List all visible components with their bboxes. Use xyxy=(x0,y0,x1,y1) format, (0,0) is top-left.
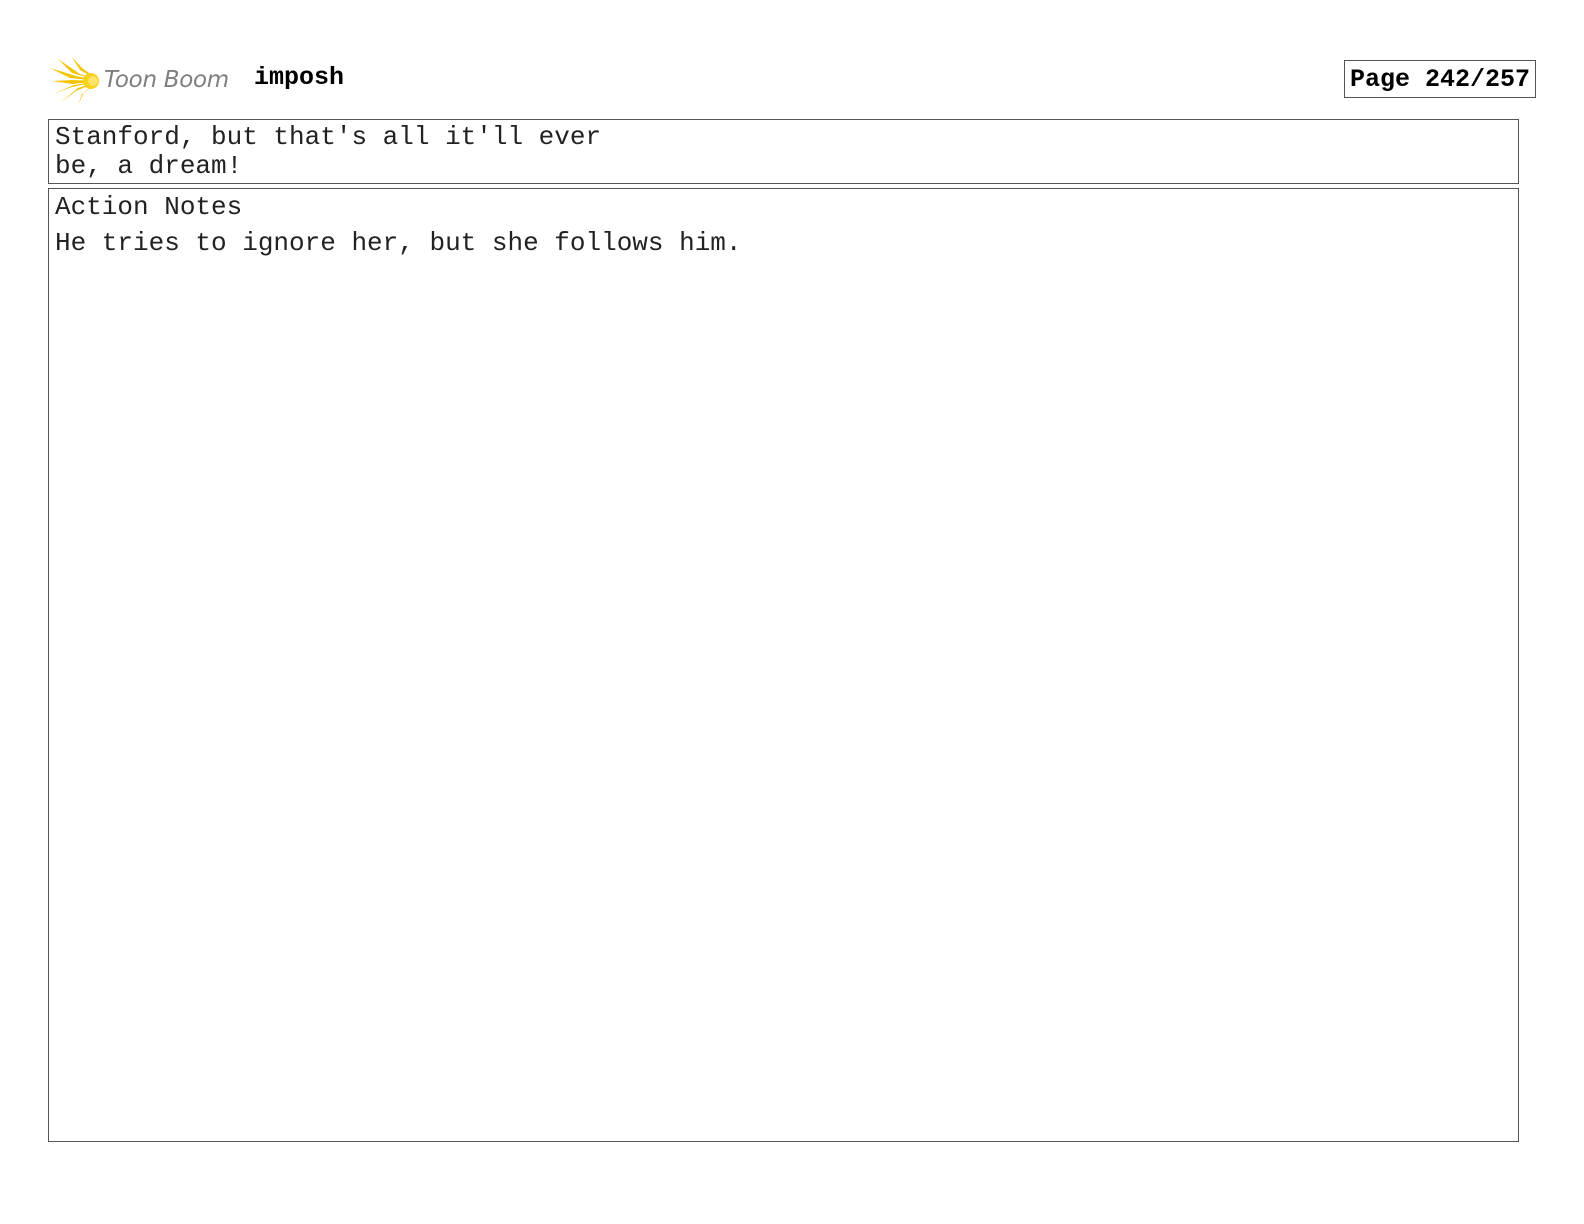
action-notes-panel: Action Notes He tries to ignore her, but… xyxy=(48,188,1519,1142)
project-title: imposh xyxy=(254,63,345,92)
toon-boom-logo: Toon Boom xyxy=(50,56,240,106)
page-header: Toon Boom imposh Page 242/257 xyxy=(50,54,1536,108)
page-counter: Page 242/257 xyxy=(1343,60,1536,98)
logo-text: Toon Boom xyxy=(104,67,229,93)
dialogue-line: be, a dream! xyxy=(55,151,243,181)
action-notes-label: Action Notes xyxy=(55,192,243,222)
starburst-icon xyxy=(50,57,100,105)
dialogue-panel: Stanford, but that's all it'll ever be, … xyxy=(48,119,1519,184)
action-notes-text: He tries to ignore her, but she follows … xyxy=(55,228,742,258)
dialogue-line: Stanford, but that's all it'll ever xyxy=(55,122,602,152)
